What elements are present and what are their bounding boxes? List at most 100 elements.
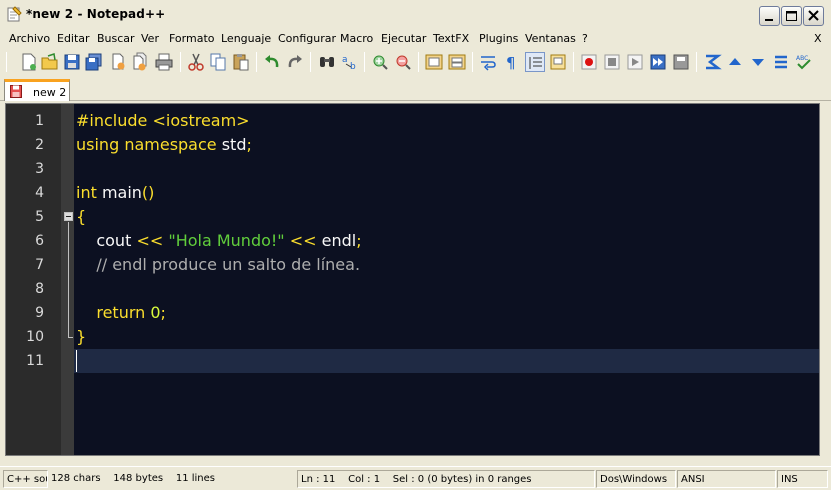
trim-button[interactable] bbox=[702, 52, 722, 72]
indent-guide-button[interactable] bbox=[525, 52, 545, 72]
menu-ver[interactable]: Ver bbox=[141, 32, 159, 45]
close-all-button[interactable] bbox=[130, 52, 150, 72]
stop-macro-button[interactable] bbox=[602, 52, 622, 72]
code-token: << bbox=[289, 231, 317, 250]
trim-icon bbox=[706, 54, 722, 70]
line-number: 11 bbox=[26, 353, 44, 369]
record-macro-button[interactable] bbox=[579, 52, 599, 72]
word-wrap-button[interactable] bbox=[478, 52, 498, 72]
save-all-button[interactable] bbox=[84, 52, 104, 72]
status-language: C++ source file bbox=[3, 470, 48, 488]
svg-text:a: a bbox=[342, 55, 348, 65]
line-number: 7 bbox=[35, 257, 44, 273]
minimize-button[interactable] bbox=[759, 6, 780, 26]
copy-button[interactable] bbox=[208, 52, 228, 72]
clear-button[interactable] bbox=[771, 52, 791, 72]
maximize-button[interactable] bbox=[781, 6, 802, 26]
code-token: std bbox=[216, 135, 247, 154]
code-line: using namespace std; bbox=[76, 133, 252, 157]
find-button[interactable] bbox=[317, 52, 337, 72]
menu-macro[interactable]: Macro bbox=[340, 32, 373, 45]
fold-toggle[interactable] bbox=[64, 212, 73, 221]
code-line: } bbox=[76, 325, 86, 349]
line-number: 3 bbox=[35, 161, 44, 177]
code-token: } bbox=[76, 327, 87, 346]
unsaved-file-icon bbox=[10, 85, 22, 98]
code-token: return bbox=[96, 303, 146, 322]
save-macro-button[interactable] bbox=[671, 52, 691, 72]
line-number-gutter[interactable]: 1 2 3 4 5 6 7 8 9 10 11 bbox=[6, 104, 61, 455]
redo-button[interactable] bbox=[285, 52, 305, 72]
undo-button[interactable] bbox=[262, 52, 282, 72]
new-file-button[interactable] bbox=[19, 52, 39, 72]
menu-plugins[interactable]: Plugins bbox=[479, 32, 518, 45]
line-number: 6 bbox=[35, 233, 44, 249]
code-area[interactable]: #include <iostream> using namespace std; i… bbox=[74, 104, 819, 455]
move-up-icon bbox=[729, 58, 741, 65]
menu-help[interactable]: ? bbox=[582, 32, 588, 45]
stop-macro-icon bbox=[604, 54, 620, 70]
zoom-in-button[interactable] bbox=[370, 52, 390, 72]
tab-label: new 2 bbox=[33, 86, 67, 99]
document-map-button[interactable] bbox=[548, 52, 568, 72]
fold-end-marker bbox=[68, 337, 73, 338]
save-button[interactable] bbox=[62, 52, 82, 72]
code-token: #include <iostream> bbox=[76, 111, 250, 130]
menu-configurar[interactable]: Configurar bbox=[278, 32, 336, 45]
code-token: main bbox=[96, 183, 142, 202]
paste-button[interactable] bbox=[231, 52, 251, 72]
spell-check-button[interactable]: ABC bbox=[794, 52, 814, 72]
menu-ventanas[interactable]: Ventanas bbox=[525, 32, 576, 45]
open-file-button[interactable] bbox=[40, 52, 60, 72]
move-up-button[interactable] bbox=[725, 52, 745, 72]
menu-formato[interactable]: Formato bbox=[169, 32, 215, 45]
word-wrap-icon bbox=[481, 56, 496, 71]
code-token: { bbox=[76, 207, 87, 226]
menu-ejecutar[interactable]: Ejecutar bbox=[381, 32, 426, 45]
menu-buscar[interactable]: Buscar bbox=[97, 32, 135, 45]
code-line: #include <iostream> bbox=[76, 109, 250, 133]
show-all-chars-button[interactable]: ¶ bbox=[501, 52, 521, 72]
code-token: ; bbox=[356, 231, 362, 250]
toolbar: ab ¶ ABC bbox=[0, 48, 831, 76]
menu-textfx[interactable]: TextFX bbox=[433, 32, 469, 45]
zoom-in-icon bbox=[373, 55, 388, 70]
save-all-icon bbox=[85, 53, 102, 71]
indent-guide-icon bbox=[529, 57, 542, 69]
save-macro-icon bbox=[673, 54, 689, 70]
status-insert-mode: INS bbox=[777, 470, 828, 488]
menu-bar: Archivo Editar Buscar Ver Formato Lengua… bbox=[0, 30, 831, 48]
status-eol: Dos\Windows bbox=[596, 470, 676, 488]
cut-button[interactable] bbox=[186, 52, 206, 72]
sync-horizontal-button[interactable] bbox=[447, 52, 467, 72]
replace-button[interactable]: ab bbox=[340, 52, 360, 72]
play-macro-button[interactable] bbox=[625, 52, 645, 72]
status-encoding: ANSI bbox=[677, 470, 776, 488]
status-lines: 11 lines bbox=[175, 473, 215, 484]
menu-editar[interactable]: Editar bbox=[57, 32, 90, 45]
code-editor[interactable]: 1 2 3 4 5 6 7 8 9 10 11 #include <iostream> using n… bbox=[5, 103, 820, 456]
zoom-out-button[interactable] bbox=[393, 52, 413, 72]
sync-vertical-button[interactable] bbox=[424, 52, 444, 72]
menu-archivo[interactable]: Archivo bbox=[9, 32, 50, 45]
tab-new-2[interactable]: new 2 bbox=[4, 79, 70, 101]
move-down-button[interactable] bbox=[748, 52, 768, 72]
line-number: 1 bbox=[35, 113, 44, 129]
run-macro-multiple-button[interactable] bbox=[648, 52, 668, 72]
code-line: int main() bbox=[76, 181, 154, 205]
close-button[interactable] bbox=[108, 52, 128, 72]
print-button[interactable] bbox=[154, 52, 174, 72]
svg-text:ABC: ABC bbox=[796, 55, 808, 62]
svg-text:¶: ¶ bbox=[506, 54, 516, 72]
close-window-button[interactable] bbox=[803, 6, 824, 26]
menu-lenguaje[interactable]: Lenguaje bbox=[221, 32, 271, 45]
spell-check-icon: ABC bbox=[796, 55, 811, 70]
undo-icon bbox=[265, 55, 279, 68]
status-chars: 128 chars bbox=[51, 473, 101, 484]
close-document-button[interactable]: X bbox=[814, 32, 822, 45]
close-icon bbox=[808, 10, 819, 21]
title-bar[interactable]: *new 2 - Notepad++ bbox=[0, 0, 831, 30]
replace-icon: ab bbox=[342, 55, 356, 72]
cut-icon bbox=[188, 53, 204, 71]
